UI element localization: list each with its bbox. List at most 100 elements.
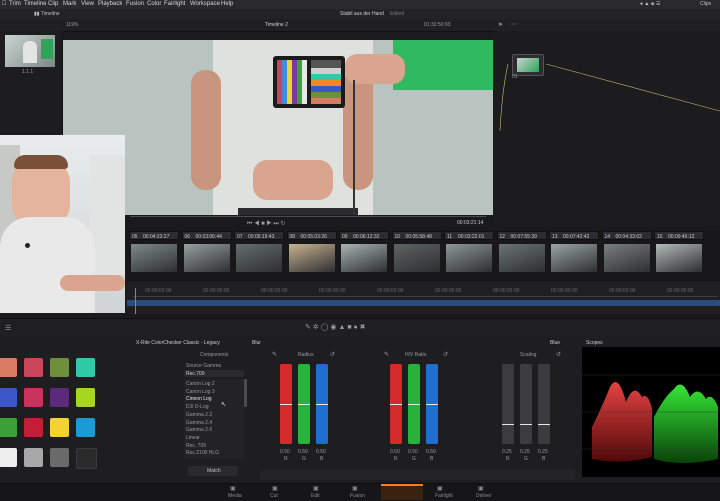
color-swatch[interactable]: [0, 448, 17, 467]
page-tab-deliver[interactable]: Deliver: [476, 493, 492, 499]
pointer-icon[interactable]: ➤: [498, 21, 503, 28]
viewer[interactable]: [63, 40, 493, 215]
radius-reset-icon[interactable]: ↺: [330, 351, 335, 358]
more-icon[interactable]: ⋯: [511, 21, 517, 28]
gamma-option[interactable]: Cineon Log: [186, 396, 212, 402]
blur-slider[interactable]: [520, 364, 532, 444]
clip-thumbnail[interactable]: 14 00:04:33:02: [601, 231, 652, 281]
slider-value[interactable]: 0.50: [408, 449, 418, 455]
radius-link-icon[interactable]: ✎: [272, 351, 277, 358]
match-button[interactable]: Match: [188, 466, 238, 476]
menu-mark[interactable]: Mark: [63, 1, 76, 7]
menu-playback[interactable]: Playback: [98, 1, 122, 7]
menu-help[interactable]: Help: [221, 1, 233, 7]
blur-slider[interactable]: [316, 364, 328, 444]
slider-handle[interactable]: [408, 404, 420, 405]
menu-fusion[interactable]: Fusion: [126, 1, 144, 7]
slider-value[interactable]: 0.25: [502, 449, 512, 455]
color-swatch[interactable]: [76, 418, 95, 437]
scrubber-line[interactable]: [130, 216, 486, 217]
gamma-option[interactable]: Gamma 2.4: [186, 420, 212, 426]
mini-playhead[interactable]: [135, 288, 136, 314]
hv-link-icon[interactable]: ✎: [384, 351, 389, 358]
hv-reset-icon[interactable]: ↺: [443, 351, 448, 358]
page-tab-edit[interactable]: Edit: [311, 493, 320, 499]
gamma-option[interactable]: Gamma 2.6: [186, 427, 212, 433]
color-swatch[interactable]: [0, 358, 17, 377]
clip-thumbnail[interactable]: 15 00:09:46:12: [654, 231, 704, 281]
page-tab-media[interactable]: Media: [228, 493, 242, 499]
zoom-level[interactable]: 119%: [66, 22, 78, 28]
page-icon[interactable]: ▣: [478, 485, 484, 492]
clips-label[interactable]: Clips: [700, 1, 711, 7]
menu-trim[interactable]: Trim: [9, 1, 21, 7]
menu-fairlight[interactable]: Fairlight: [164, 1, 185, 7]
page-icon[interactable]: ▣: [352, 485, 358, 492]
slider-handle[interactable]: [280, 404, 292, 405]
color-swatch[interactable]: [76, 358, 95, 377]
slider-handle[interactable]: [426, 404, 438, 405]
color-swatch[interactable]: [24, 448, 43, 467]
node-editor[interactable]: 01: [494, 31, 720, 221]
menu-clip[interactable]: Clip: [48, 1, 58, 7]
expand-icon[interactable]: ☰: [5, 324, 11, 332]
gamma-option[interactable]: Canon Log 3: [186, 389, 215, 395]
gamma-list-scrollbar[interactable]: [244, 379, 247, 407]
slider-value[interactable]: 0.50: [426, 449, 436, 455]
color-swatch[interactable]: [50, 448, 69, 467]
page-tab-fairlight[interactable]: Fairlight: [435, 493, 453, 499]
slider-handle[interactable]: [298, 404, 310, 405]
slider-handle[interactable]: [520, 424, 532, 425]
timeline-name[interactable]: Timeline 2: [265, 22, 288, 28]
blur-slider[interactable]: [538, 364, 550, 444]
timeline-button[interactable]: ▮▮ Timeline: [34, 11, 60, 17]
slider-value[interactable]: 0.50: [390, 449, 400, 455]
slider-value[interactable]: 0.25: [538, 449, 548, 455]
clip-thumbnail[interactable]: 10 00:05:58:48: [391, 231, 442, 281]
menu-workspace[interactable]: Workspace: [190, 1, 220, 7]
color-swatch[interactable]: [50, 418, 69, 437]
color-swatch[interactable]: [24, 358, 43, 377]
clip-thumbnail[interactable]: 12 00:07:55:39: [496, 231, 547, 281]
blur-slider[interactable]: [502, 364, 514, 444]
blur-slider[interactable]: [298, 364, 310, 444]
scaling-reset-icon[interactable]: ↺: [556, 351, 561, 358]
page-tab-fusion[interactable]: Fusion: [350, 493, 365, 499]
color-swatch[interactable]: [0, 418, 17, 437]
color-swatch[interactable]: [76, 388, 95, 407]
slider-handle[interactable]: [390, 404, 402, 405]
lut-name[interactable]: X-Rite ColorChecker Classic - Legacy: [136, 340, 220, 346]
color-swatch[interactable]: [50, 388, 69, 407]
blur-slider[interactable]: [280, 364, 292, 444]
menu-timeline[interactable]: Timeline: [24, 1, 46, 7]
blur-slider[interactable]: [408, 364, 420, 444]
gamma-option[interactable]: Linear: [186, 435, 200, 441]
apple-icon[interactable]: : [2, 1, 7, 7]
color-swatch[interactable]: [24, 418, 43, 437]
slider-handle[interactable]: [316, 404, 328, 405]
clip-thumbnail[interactable]: 11 00:03:22:01: [444, 231, 494, 281]
page-icon[interactable]: ▣: [272, 485, 278, 492]
transport-controls[interactable]: ⏮ ◀ ■ ▶ ⏭ ↻: [247, 220, 286, 228]
gamma-option[interactable]: DJI D-Log: [186, 404, 209, 410]
color-swatch[interactable]: [0, 388, 17, 407]
slider-handle[interactable]: [538, 424, 550, 425]
gamma-option[interactable]: Rec. 709: [186, 443, 206, 449]
slider-value[interactable]: 0.50: [316, 449, 326, 455]
mini-timeline[interactable]: 00:00:00:00 00:00:00:00 00:00:00:00 00:00:0…: [127, 282, 720, 314]
color-swatch[interactable]: [50, 358, 69, 377]
gallery-still[interactable]: [5, 35, 55, 67]
page-icon[interactable]: ▣: [313, 485, 319, 492]
page-icon[interactable]: ▣: [230, 485, 236, 492]
gamma-option[interactable]: Gamma 2.2: [186, 412, 212, 418]
blur-slider[interactable]: [390, 364, 402, 444]
page-tab-cut[interactable]: Cut: [270, 493, 278, 499]
color-swatch[interactable]: [76, 448, 97, 469]
slider-value[interactable]: 0.25: [520, 449, 530, 455]
clip-thumbnail[interactable]: 05 00:04:23:27: [129, 231, 179, 281]
slider-handle[interactable]: [502, 424, 514, 425]
blur-slider[interactable]: [426, 364, 438, 444]
palette-icons[interactable]: ✎ ✲ ◯ ◉ ▲ ■ ● ✖: [305, 323, 366, 331]
clip-thumbnail[interactable]: 07 00:05:19:43: [234, 231, 284, 281]
gamma-dropdown[interactable]: Rec.709: [184, 370, 244, 377]
